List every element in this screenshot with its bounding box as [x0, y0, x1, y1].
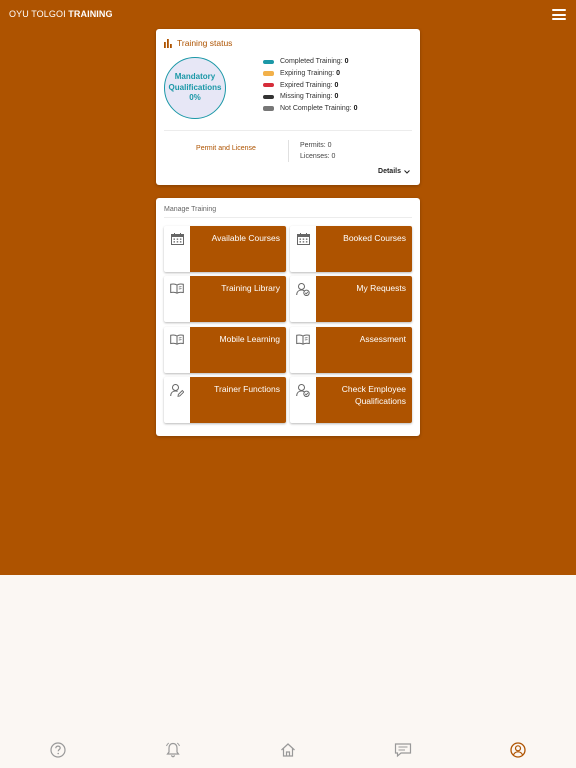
help-icon[interactable]: [47, 739, 69, 761]
bell-icon[interactable]: [162, 739, 184, 761]
legend-value: 0: [334, 93, 339, 101]
legend-swatch: [263, 94, 274, 100]
tile-label: Mobile Learning: [190, 327, 286, 373]
brand-text: OYU TOLGOI: [9, 9, 69, 19]
details-label: Details: [378, 168, 401, 175]
legend-swatch: [263, 71, 274, 76]
legend-swatch: [263, 59, 274, 65]
licenses-count: Licenses: 0: [300, 152, 336, 160]
tile-label: Booked Courses: [316, 226, 412, 272]
divider-vertical: [288, 140, 289, 162]
tile-label: Training Library: [190, 276, 286, 322]
user-edit-icon: [164, 377, 190, 423]
ring-percent: 0%: [189, 93, 201, 103]
bar-chart-icon: [164, 38, 172, 48]
tile-label: My Requests: [316, 276, 412, 322]
tile-label: Trainer Functions: [190, 377, 286, 423]
legend-label: Missing Training:: [280, 93, 333, 101]
training-status-header: Training status: [164, 37, 232, 49]
tile-label: Assessment: [316, 327, 412, 373]
legend-value: 0: [336, 70, 340, 78]
bottom-navigation: [0, 735, 576, 768]
legend-swatch: [263, 106, 274, 111]
legend-value: 0: [334, 81, 339, 89]
legend-label: Not Complete Training:: [280, 105, 352, 113]
book-icon: [164, 276, 190, 322]
legend-item: Missing Training: 0: [263, 91, 358, 103]
tile-assessment[interactable]: Assessment: [290, 327, 412, 373]
calendar-icon: [290, 226, 316, 272]
tile-label: Available Courses: [190, 226, 286, 272]
legend-item: Expiring Training: 0: [263, 68, 358, 80]
legend-label: Completed Training:: [280, 58, 343, 66]
profile-icon[interactable]: [507, 739, 529, 761]
calendar-icon: [164, 226, 190, 272]
ring-label-1: Mandatory: [174, 72, 216, 82]
tile-mobile-learning[interactable]: Mobile Learning: [164, 327, 286, 373]
user-check-icon: [290, 276, 316, 322]
tile-check-employee-qualifications[interactable]: Check Employee Qualifications: [290, 377, 412, 423]
permits-count: Permits: 0: [300, 142, 332, 149]
tile-available-courses[interactable]: Available Courses: [164, 226, 286, 272]
manage-training-card: Manage Training Available Courses Booked…: [156, 198, 420, 436]
legend-item: Expired Training: 0: [263, 79, 358, 91]
app-brand: OYU TOLGOI TRAINING: [9, 9, 113, 19]
status-legend: Completed Training: 0 Expiring Training: 0…: [263, 56, 358, 114]
permits-summary: Permits: 0 Licenses: 0: [300, 141, 335, 162]
book-icon: [290, 327, 316, 373]
mandatory-qualifications-ring: Mandatory Qualifications 0%: [164, 57, 226, 119]
chevron-down-icon: [404, 169, 410, 174]
tile-training-library[interactable]: Training Library: [164, 276, 286, 322]
top-bar: OYU TOLGOI TRAINING: [0, 0, 576, 30]
training-status-title: Training status: [177, 38, 233, 48]
divider: [164, 130, 412, 131]
legend-item: Not Complete Training: 0: [263, 103, 358, 115]
ring-label-2: Qualifications: [168, 82, 222, 92]
divider: [164, 217, 412, 218]
training-status-card: Training status Mandatory Qualifications…: [156, 29, 420, 185]
brand-text-bold: TRAINING: [68, 9, 113, 19]
legend-swatch: [263, 82, 274, 88]
manage-training-title: Manage Training: [164, 206, 217, 213]
menu-icon[interactable]: [552, 9, 566, 20]
legend-value: 0: [344, 58, 349, 66]
tile-booked-courses[interactable]: Booked Courses: [290, 226, 412, 272]
tile-label: Check Employee Qualifications: [316, 377, 412, 423]
details-button[interactable]: Details: [378, 168, 410, 175]
permit-and-license-link[interactable]: Permit and License: [156, 145, 296, 152]
chat-icon[interactable]: [392, 739, 414, 761]
book-icon: [164, 327, 190, 373]
legend-label: Expiring Training:: [280, 70, 335, 78]
home-icon[interactable]: [277, 739, 299, 761]
legend-label: Expired Training:: [280, 81, 333, 89]
tile-my-requests[interactable]: My Requests: [290, 276, 412, 322]
legend-item: Completed Training: 0: [263, 56, 358, 68]
tile-trainer-functions[interactable]: Trainer Functions: [164, 377, 286, 423]
user-check-icon: [290, 377, 316, 423]
legend-value: 0: [353, 105, 358, 113]
